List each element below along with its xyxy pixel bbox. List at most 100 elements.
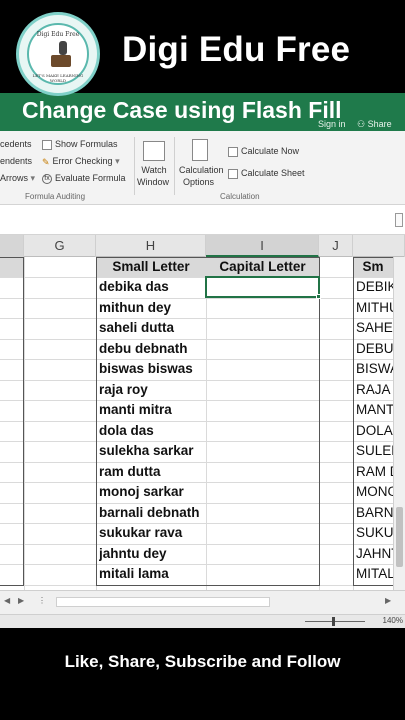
cell-small-letter[interactable]: sulekha sarkar [99,441,205,461]
zoom-level[interactable]: 140% [383,616,403,625]
cell-small-letter[interactable]: barnali debnath [99,503,205,523]
cell-partial-column[interactable]: DEBIKA [356,277,393,297]
cell-partial-column[interactable]: JAHNT [356,544,393,564]
scroll-right-icon[interactable]: ▶ [18,596,24,605]
sign-in-link[interactable]: Sign in [318,119,346,129]
selected-cell[interactable] [205,276,320,298]
cell-small-letter[interactable]: manti mitra [99,400,205,420]
calculate-now-label: Calculate Now [241,146,300,156]
cell-partial-column[interactable]: SUKUK [356,523,393,543]
cell-capital-letter[interactable] [206,462,319,482]
cell-small-letter[interactable]: biswas biswas [99,359,205,379]
cell-capital-letter[interactable] [206,544,319,564]
cell-small-letter[interactable]: raja roy [99,380,205,400]
scroll-left-icon[interactable]: ◀ [4,596,10,605]
error-checking-icon: ✎ [42,156,50,167]
cell-capital-letter[interactable] [206,503,319,523]
add-sheet-icon[interactable]: ⋮ [38,596,46,605]
cell-capital-letter[interactable] [206,482,319,502]
horizontal-scrollbar[interactable]: ◀ ▶ ⋮ ▶ [0,590,405,614]
column-header-j[interactable]: J [319,235,353,257]
gridline [24,257,25,590]
cell-partial-column[interactable]: SULEK [356,441,393,461]
watch-label: Watch [141,165,167,175]
formula-auditing-group-label: Formula Auditing [25,192,86,201]
calculate-sheet-label: Calculate Sheet [241,168,305,178]
calculate-now-button[interactable]: Calculate Now [228,146,299,157]
ribbon-separator [134,137,135,195]
cell-partial-column[interactable]: MITAL [356,564,393,584]
cell-small-letter[interactable]: debu debnath [99,339,205,359]
calculate-now-icon [228,146,238,157]
cell-capital-letter[interactable] [206,523,319,543]
cell-small-letter[interactable]: ram dutta [99,462,205,482]
cell-partial-column[interactable]: BARNA [356,503,393,523]
status-bar: 140% [0,614,405,628]
cell-partial-column[interactable]: MONO [356,482,393,502]
calculation-label: Calculation [179,165,224,175]
row-gridline [0,585,405,586]
cell-small-letter[interactable]: mitali lama [99,564,205,584]
cell-capital-letter[interactable] [206,380,319,400]
calculate-sheet-button[interactable]: Calculate Sheet [228,168,305,179]
cell-small-letter[interactable]: saheli dutta [99,318,205,338]
evaluate-formula-button[interactable]: fx Evaluate Formula [42,173,126,184]
cell-partial-column[interactable]: RAJA R [356,380,393,400]
cell-capital-letter[interactable] [206,359,319,379]
trace-precedents-button[interactable]: cedents [0,139,32,149]
gridline [319,257,320,590]
vertical-scroll-thumb[interactable] [396,507,403,567]
share-button[interactable]: ⚇ Share [357,119,392,130]
cell-small-letter[interactable]: jahntu dey [99,544,205,564]
worksheet-grid[interactable]: G H I J debika das DEBIKA mithun dey MITHU s… [0,235,405,590]
cell-small-letter[interactable]: sukukar rava [99,523,205,543]
header-fill-left [0,257,24,277]
cell-partial-column[interactable]: MANT [356,400,393,420]
cell-capital-letter[interactable] [206,298,319,318]
show-formulas-label: Show Formulas [55,139,118,149]
cell-capital-letter[interactable] [206,441,319,461]
expand-formula-bar-button[interactable] [395,213,403,227]
error-checking-button[interactable]: ✎ Error Checking ▾ [42,156,120,167]
horizontal-scroll-track[interactable] [56,597,270,607]
channel-title: Digi Edu Free [122,30,351,69]
fill-handle[interactable] [316,294,321,299]
header-partial[interactable]: Sm [353,257,393,277]
cell-partial-column[interactable]: BISWA [356,359,393,379]
zoom-slider-knob[interactable] [332,617,335,626]
column-header-i[interactable]: I [206,235,319,257]
cell-capital-letter[interactable] [206,318,319,338]
column-header-k[interactable] [353,235,405,257]
cell-small-letter[interactable]: mithun dey [99,298,205,318]
cell-partial-column[interactable]: SAHEL [356,318,393,338]
cell-partial-column[interactable]: DEBU [356,339,393,359]
evaluate-formula-label: Evaluate Formula [55,173,126,183]
glasses-icon [143,141,165,161]
column-header-g[interactable]: G [24,235,96,257]
logo-text-top: Digi Edu Free [36,31,80,38]
cell-small-letter[interactable]: dola das [99,421,205,441]
cell-capital-letter[interactable] [206,400,319,420]
chevron-down-icon: ▾ [115,156,120,166]
top-banner: Digi Edu Free LET'S MAKE LEARNING WORLD … [0,0,405,96]
column-header-h[interactable]: H [96,235,206,257]
cell-capital-letter[interactable] [206,564,319,584]
evaluate-formula-icon: fx [42,173,52,184]
remove-arrows-button[interactable]: Arrows ▾ [0,173,35,184]
trace-dependents-button[interactable]: endents [0,156,32,166]
vertical-scrollbar[interactable] [393,257,405,590]
header-capital-letter[interactable]: Capital Letter [206,257,319,277]
cell-capital-letter[interactable] [206,339,319,359]
cell-small-letter[interactable]: monoj sarkar [99,482,205,502]
cell-partial-column[interactable]: MITHU [356,298,393,318]
cell-small-letter[interactable]: debika das [99,277,205,297]
zoom-slider[interactable] [305,621,365,622]
header-small-letter[interactable]: Small Letter [96,257,206,277]
show-formulas-button[interactable]: Show Formulas [42,139,118,150]
scroll-right-end-icon[interactable]: ▶ [385,596,391,605]
column-header-f[interactable] [0,235,24,257]
cell-partial-column[interactable]: RAM D [356,462,393,482]
cell-capital-letter[interactable] [206,421,319,441]
cell-partial-column[interactable]: DOLA [356,421,393,441]
formula-bar[interactable] [0,205,405,235]
